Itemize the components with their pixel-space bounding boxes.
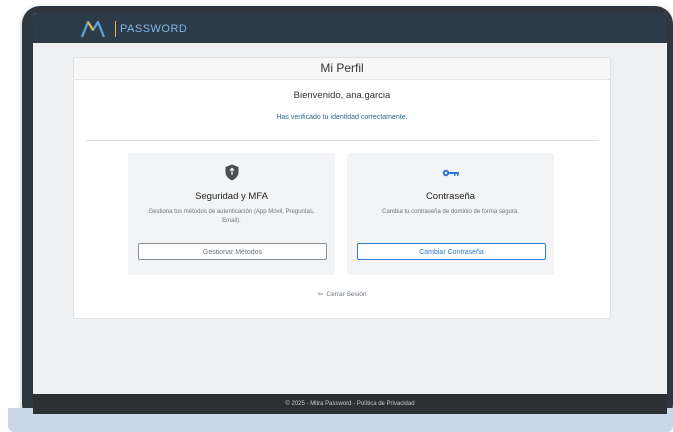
logout-icon: ⇦ bbox=[317, 291, 324, 298]
password-title: Contraseña bbox=[425, 191, 476, 202]
brand-logo-icon[interactable] bbox=[81, 19, 105, 38]
footer-separator: - bbox=[353, 401, 356, 407]
privacy-policy-link[interactable]: Política de Privacidad bbox=[357, 401, 415, 407]
change-password-button[interactable]: Cambiar Contraseña bbox=[357, 243, 546, 260]
footer-copyright: © 2025 - Mitra Password bbox=[285, 401, 352, 407]
divider bbox=[86, 140, 598, 141]
page-title: Mi Perfil bbox=[74, 58, 610, 80]
logout-link[interactable]: ⇦ Cerrar Sesión bbox=[74, 290, 610, 298]
logout-label: Cerrar Sesión bbox=[326, 291, 367, 298]
security-mfa-title: Seguridad y MFA bbox=[195, 191, 268, 202]
app-screen: PASSWORD Mi Perfil Bienvenido, ana.garci… bbox=[33, 13, 667, 414]
security-mfa-tile: Seguridad y MFA Gestiona tus métodos de … bbox=[128, 153, 335, 275]
manage-methods-button[interactable]: Gestionar Métodos bbox=[138, 243, 327, 260]
profile-card: Mi Perfil Bienvenido, ana.garcia Has ver… bbox=[73, 57, 611, 319]
verified-message: Has verificado tu identidad correctament… bbox=[276, 114, 408, 121]
shield-icon bbox=[225, 164, 238, 181]
password-tile: Contraseña Cambia tu contraseña de domin… bbox=[347, 153, 554, 275]
key-icon bbox=[442, 169, 459, 177]
top-navbar: PASSWORD bbox=[33, 13, 667, 43]
welcome-message: Bienvenido, ana.garcia bbox=[293, 90, 391, 101]
password-description: Cambia tu contraseña de dominio de forma… bbox=[382, 209, 519, 215]
brand-name[interactable]: PASSWORD bbox=[115, 21, 187, 37]
security-mfa-description: Gestiona tus métodos de autenticación (A… bbox=[148, 209, 315, 224]
footer: © 2025 - Mitra Password - Política de Pr… bbox=[33, 394, 667, 414]
